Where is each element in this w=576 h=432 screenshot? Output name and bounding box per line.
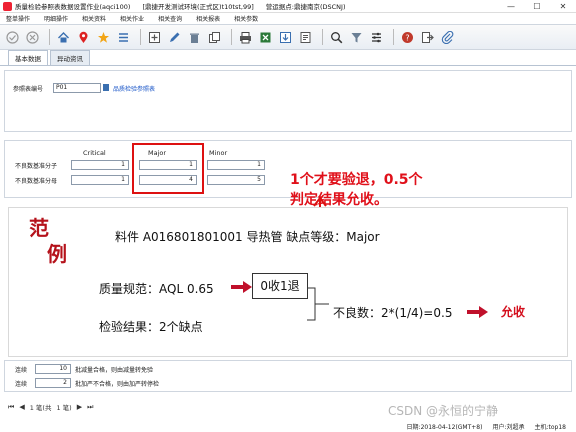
copy-icon[interactable] [206, 29, 222, 45]
status-date: 日期:2018-04-12(GMT+8) [406, 423, 483, 431]
verdict-arrow [467, 306, 488, 318]
window-title: 质量检验参照表数据设置作业(aqci100) [15, 3, 131, 11]
aql-line: 质量规范：AQL 0.65 [99, 282, 214, 296]
row1-description: 批减量合格，则由减量转免验 [75, 367, 154, 374]
prev-record-button[interactable]: ◀ [19, 403, 24, 411]
row-label-denominator: 不良数基准分母 [15, 178, 58, 185]
home-icon[interactable] [55, 29, 71, 45]
aql-arrow [231, 281, 252, 293]
inspection-result-line: 检验结果：2个缺点 [99, 320, 203, 334]
defect-calc-line: 不良数：2*(1/4)=0.5 [333, 306, 453, 320]
ref-table-label: 参照表编号 [13, 86, 44, 93]
example-panel: 范 例 料件 A016801801001 导热管 缺点等级：Major 质量规范… [8, 207, 568, 357]
help-icon[interactable]: ? [399, 29, 415, 45]
record-position: 1 笔(共 [29, 404, 52, 412]
verdict-text: 允收 [501, 305, 526, 319]
bracket-connector [307, 287, 329, 321]
minor-denominator-field[interactable]: 5 [207, 175, 265, 185]
ref-table-link[interactable]: 品质检验参照表 [113, 84, 155, 93]
app-icon [3, 1, 12, 11]
lookup-icon[interactable] [103, 84, 109, 91]
menu-item-related-queries[interactable]: 相关查询 [158, 14, 182, 23]
list-icon[interactable] [115, 29, 131, 45]
example-mark-2: 例 [47, 242, 67, 266]
import-icon[interactable] [277, 29, 293, 45]
col-header-minor: Minor [209, 149, 228, 157]
row2-batches-field[interactable]: 2 [35, 378, 71, 388]
filter-icon[interactable] [348, 29, 364, 45]
first-record-button[interactable]: ⏮ [8, 403, 14, 412]
close-button[interactable]: ✕ [550, 0, 576, 13]
search-icon[interactable] [328, 29, 344, 45]
ref-table-input[interactable]: P01 [53, 83, 101, 93]
attach-icon[interactable] [297, 29, 313, 45]
exit-icon[interactable] [419, 29, 435, 45]
row2-label: 连续 [15, 381, 28, 388]
status-host: 主机:top18 [534, 423, 567, 431]
minor-numerator-field[interactable]: 1 [207, 160, 265, 170]
svg-text:?: ? [405, 33, 409, 42]
check-icon[interactable] [4, 29, 20, 45]
basic-info-panel: 参照表编号 P01 品质检验参照表 [4, 70, 572, 132]
menu-item-detail-ops[interactable]: 明细操作 [44, 14, 68, 23]
example-mark-1: 范 [29, 216, 49, 240]
status-bar: 日期:2018-04-12(GMT+8) 用户:刘超承 主机:top18 [0, 420, 576, 432]
col-header-critical: Critical [83, 149, 106, 157]
menu-item-related-data[interactable]: 相关资料 [82, 14, 106, 23]
export-icon[interactable] [257, 29, 273, 45]
row1-batches-field[interactable]: 10 [35, 364, 71, 374]
switching-rules-panel: 连续 10 批减量合格，则由减量转免验 连续 2 批加严不合格，则由加严转停检 [4, 360, 572, 392]
star-icon[interactable] [95, 29, 111, 45]
next-record-button[interactable]: ▶ [77, 403, 82, 411]
location-icon[interactable] [75, 29, 91, 45]
part-info-line: 料件 A016801801001 导热管 缺点等级：Major [115, 230, 380, 244]
window-environment: [鼎捷开发测试环境(正式区)t10tst,99] [142, 3, 254, 11]
menu-item-related-jobs[interactable]: 相关作业 [120, 14, 144, 23]
row-label-numerator: 不良数基准分子 [15, 163, 58, 170]
tab-strip: 基本数据 异动资讯 [0, 50, 576, 66]
tab-basic-data[interactable]: 基本数据 [8, 50, 48, 65]
major-highlight-box [132, 143, 204, 194]
aql-result-box: 0收1退 [252, 273, 308, 299]
callout-line-1: 1个才要验退，0.5个 [290, 172, 423, 188]
record-total: 1 笔) [56, 404, 72, 412]
title-bar: 质量检验参照表数据设置作业(aqci100) [鼎捷开发测试环境(正式区)t10… [0, 0, 576, 13]
cancel-icon[interactable] [24, 29, 40, 45]
window-site: 营运据点:鼎捷南京(DSCNJ) [265, 3, 346, 11]
row2-description: 批加严不合格，则由加严转停检 [75, 381, 160, 388]
edit-icon[interactable] [166, 29, 182, 45]
toolbar: ? [0, 24, 576, 50]
defect-ratio-panel: Critical Major Minor 不良数基准分子 1 1 1 不良数基准… [4, 140, 572, 198]
menu-item-related-reports[interactable]: 相关报表 [196, 14, 220, 23]
critical-numerator-field[interactable]: 1 [71, 160, 129, 170]
maximize-button[interactable]: ☐ [524, 0, 550, 13]
row1-label: 连续 [15, 367, 28, 374]
menu-item-related-params[interactable]: 相关参数 [234, 14, 258, 23]
minimize-button[interactable]: — [498, 0, 524, 13]
settings-icon[interactable] [368, 29, 384, 45]
critical-denominator-field[interactable]: 1 [71, 175, 129, 185]
print-icon[interactable] [237, 29, 253, 45]
tab-change-info[interactable]: 异动资讯 [50, 50, 90, 65]
status-user: 用户:刘超承 [492, 423, 525, 431]
watermark: CSDN @永恒的宁静 [388, 404, 499, 418]
menu-bar: 整单操作 明细操作 相关资料 相关作业 相关查询 相关报表 相关参数 [0, 13, 576, 24]
clip-icon[interactable] [439, 29, 455, 45]
last-record-button[interactable]: ⏭ [87, 403, 93, 412]
add-icon[interactable] [146, 29, 162, 45]
delete-icon[interactable] [186, 29, 202, 45]
menu-item-document-ops[interactable]: 整单操作 [6, 14, 30, 23]
